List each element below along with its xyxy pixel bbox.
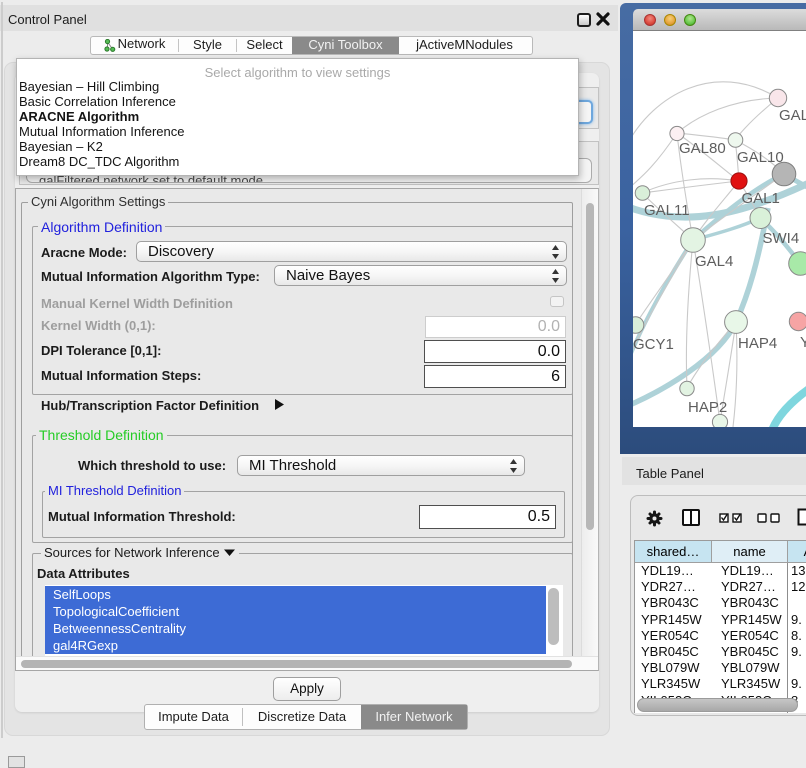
svg-text:GCY1: GCY1 <box>633 336 674 353</box>
svg-text:GAL11: GAL11 <box>644 202 690 219</box>
svg-text:SWI4: SWI4 <box>763 230 800 247</box>
svg-text:HAP4: HAP4 <box>738 335 777 352</box>
svg-text:GAL4: GAL4 <box>695 253 733 270</box>
svg-text:Y: Y <box>800 334 806 351</box>
svg-text:GAL1: GAL1 <box>742 190 780 207</box>
svg-text:HAP2: HAP2 <box>688 399 727 416</box>
svg-text:GAL10: GAL10 <box>737 149 784 166</box>
svg-text:GAL80: GAL80 <box>679 140 726 157</box>
svg-text:GAL7: GAL7 <box>779 107 806 124</box>
